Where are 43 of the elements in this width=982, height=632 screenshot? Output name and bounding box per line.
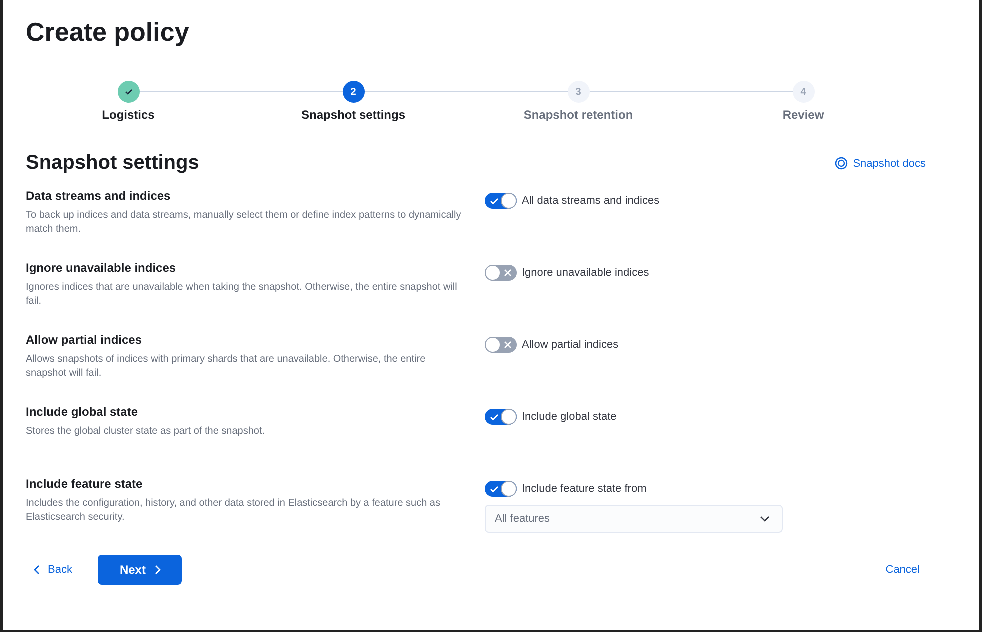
setting-description: Allows snapshots of indices with primary shards that are unavailable. Otherwise, the entire snapshot will fail. bbox=[26, 353, 427, 381]
next-button[interactable]: Next bbox=[98, 555, 182, 585]
toggle-label: Include global state bbox=[522, 411, 617, 423]
step-label[interactable]: Review bbox=[782, 108, 824, 122]
setting-description: Includes the configuration, history, and other data stored in Elasticsearch by a feature such as Elasticsearch security. bbox=[26, 497, 442, 525]
setting-title: Include feature state bbox=[26, 477, 144, 491]
check-icon bbox=[490, 486, 499, 492]
setting-title: Ignore unavailable indices bbox=[26, 261, 178, 275]
setting-description: To back up indices and data streams, manually select them or define index patterns to dynamically match them. bbox=[26, 209, 462, 237]
cross-icon bbox=[504, 269, 512, 277]
cancel-button[interactable]: Cancel bbox=[880, 555, 926, 585]
setting-description: Ignores indices that are unavailable when taking the snapshot. Otherwise, the entire snapshot will fail. bbox=[26, 281, 458, 309]
chevron-left-icon bbox=[34, 565, 40, 575]
cross-icon bbox=[504, 341, 512, 349]
toggle-switch[interactable] bbox=[485, 409, 517, 425]
check-icon bbox=[490, 198, 499, 204]
lifebuoy-icon bbox=[835, 157, 848, 170]
chevron-right-icon bbox=[154, 565, 161, 575]
toggle-label: Ignore unavailable indices bbox=[522, 267, 650, 279]
step-label[interactable]: Snapshot retention bbox=[524, 108, 634, 122]
toggle-switch[interactable] bbox=[485, 193, 517, 209]
toggle-switch[interactable] bbox=[485, 265, 517, 281]
check-icon bbox=[490, 414, 499, 420]
docs-link[interactable]: Snapshot docs bbox=[835, 157, 926, 170]
chevron-down-icon bbox=[760, 516, 770, 522]
setting-title: Include global state bbox=[26, 405, 140, 419]
toggle-label: All data streams and indices bbox=[522, 195, 660, 207]
section-title: Snapshot settings bbox=[26, 152, 200, 175]
setting-description: Stores the global cluster state as part of the snapshot. bbox=[26, 425, 266, 439]
setting-title: Data streams and indices bbox=[26, 189, 172, 203]
back-button[interactable]: Back bbox=[26, 555, 80, 585]
setting-title: Allow partial indices bbox=[26, 333, 144, 347]
toggle-switch[interactable] bbox=[485, 337, 517, 353]
check-icon bbox=[124, 89, 132, 95]
features-select[interactable]: All features bbox=[485, 505, 783, 533]
page-title: Create policy bbox=[26, 16, 190, 49]
step-circle[interactable] bbox=[118, 81, 140, 103]
toggle-switch[interactable] bbox=[485, 481, 517, 497]
toggle-label: Include feature state from bbox=[522, 483, 647, 495]
step-circle[interactable]: 2 bbox=[342, 81, 364, 103]
step-label[interactable]: Logistics bbox=[102, 108, 155, 122]
toggle-label: Allow partial indices bbox=[522, 339, 619, 351]
step-label[interactable]: Snapshot settings bbox=[301, 108, 406, 122]
